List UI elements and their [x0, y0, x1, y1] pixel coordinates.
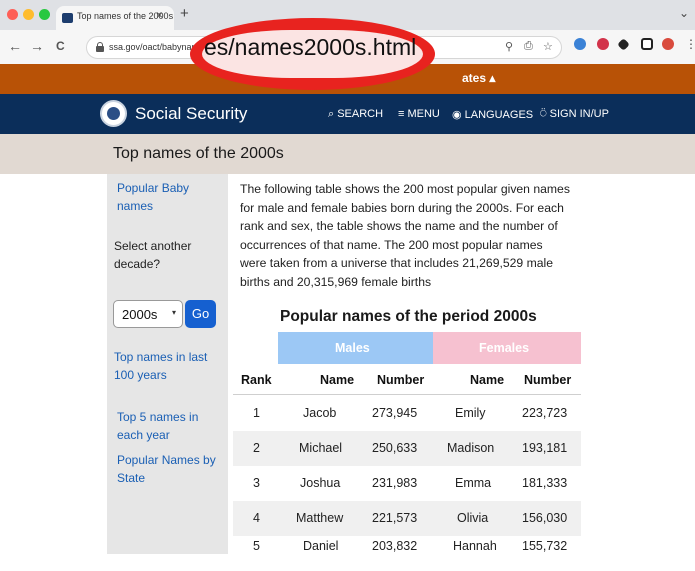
sidebar: Popular Baby names Select another decade… — [107, 174, 228, 554]
tab-list-chevron-icon[interactable]: ⌄ — [679, 6, 689, 20]
ssa-seal-logo[interactable] — [100, 100, 127, 127]
extension-cloud-icon[interactable] — [574, 38, 586, 50]
site-title[interactable]: Social Security — [135, 104, 247, 124]
sidebar-link-names-by-state[interactable]: Popular Names by State — [117, 451, 217, 487]
sign-in-link[interactable]: ⍥ SIGN IN/UP — [540, 108, 609, 121]
male-name-cell: Michael — [299, 441, 343, 455]
languages-link[interactable]: ◉ LANGUAGES — [452, 108, 533, 121]
females-label: Females — [479, 341, 530, 355]
male-number-cell: 221,573 — [372, 511, 418, 525]
maximize-window-button[interactable] — [39, 9, 50, 20]
male-number-cell: 250,633 — [372, 441, 418, 455]
males-header: Males — [278, 332, 433, 364]
table-row: 2 Michael 250,633 Madison 193,181 — [233, 431, 581, 466]
female-name-cell: Olivia — [457, 511, 489, 525]
female-number-cell: 156,030 — [522, 511, 568, 525]
sidebar-link-top-names-100-years[interactable]: Top names in last 100 years — [114, 348, 224, 384]
female-number-cell: 155,732 — [522, 539, 568, 553]
female-number-cell: 223,723 — [522, 406, 568, 420]
title-band: Top names of the 2000s — [0, 134, 695, 174]
rank-cell: 2 — [253, 441, 260, 455]
menu-link[interactable]: ≡ MENU — [398, 108, 440, 120]
select-decade-label: Select another decade? — [114, 239, 192, 271]
reload-button[interactable]: C — [56, 39, 65, 53]
female-name-cell: Emma — [455, 476, 492, 490]
share-icon[interactable]: ⎙ — [524, 40, 533, 53]
sidebar-panel-icon[interactable] — [641, 38, 653, 50]
table-row: 3 Joshua 231,983 Emma 181,333 — [233, 466, 581, 501]
rank-cell: 4 — [253, 511, 260, 525]
decade-selected-value: 2000s — [122, 307, 158, 322]
gov-banner-text[interactable]: ates ▴ — [462, 71, 495, 85]
female-number-cell: 193,181 — [522, 441, 568, 455]
female-name-cell: Hannah — [453, 539, 497, 553]
male-number-cell: 231,983 — [372, 476, 418, 490]
go-button[interactable]: Go — [185, 300, 216, 328]
table-title: Popular names of the period 2000s — [280, 308, 537, 325]
new-tab-button[interactable]: + — [180, 5, 189, 22]
chevron-down-icon: ▾ — [171, 308, 176, 317]
male-name-cell: Jacob — [303, 406, 337, 420]
female-number-column-header: Number — [524, 373, 572, 387]
tab-close-icon[interactable]: × — [156, 8, 163, 22]
close-window-button[interactable] — [7, 9, 18, 20]
intro-paragraph: The following table shows the 200 most p… — [240, 182, 570, 289]
rank-cell: 3 — [253, 476, 260, 490]
male-number-column-header: Number — [377, 373, 425, 387]
male-name-cell: Joshua — [300, 476, 341, 490]
table-row: 4 Matthew 221,573 Olivia 156,030 — [233, 501, 581, 536]
female-name-cell: Emily — [455, 406, 486, 420]
url-zoom-highlight: es/names2000s.html — [190, 18, 435, 90]
female-name-cell: Madison — [447, 441, 495, 455]
browser-menu-icon[interactable]: ⋮ — [685, 37, 695, 51]
male-number-cell: 203,832 — [372, 539, 418, 553]
sidebar-link-top5-each-year[interactable]: Top 5 names in each year — [117, 408, 217, 444]
decade-select[interactable]: 2000s ▾ — [113, 300, 183, 328]
rank-cell: 5 — [253, 539, 260, 553]
ssa-favicon-icon — [62, 13, 73, 23]
males-label: Males — [335, 341, 370, 355]
females-header: Females — [433, 332, 581, 364]
sidebar-link-popular-baby-names[interactable]: Popular Baby names — [117, 179, 217, 215]
forward-button[interactable]: → — [30, 38, 44, 54]
bookmark-star-icon[interactable]: ☆ — [543, 40, 553, 53]
male-name-column-header: Name — [320, 373, 355, 387]
extension-record-icon[interactable] — [597, 38, 609, 50]
header-divider — [233, 394, 581, 395]
rank-cell: 1 — [253, 406, 260, 420]
back-button[interactable]: ← — [8, 38, 22, 54]
female-number-cell: 181,333 — [522, 476, 568, 490]
male-number-cell: 273,945 — [372, 406, 418, 420]
url-zoom-text: es/names2000s.html — [204, 34, 417, 60]
female-name-column-header: Name — [470, 373, 505, 387]
search-link[interactable]: ⌕ SEARCH — [328, 108, 383, 121]
profile-avatar-icon[interactable] — [662, 38, 674, 50]
male-name-cell: Matthew — [296, 511, 344, 525]
site-header: Social Security ⌕ SEARCH ≡ MENU ◉ LANGUA… — [0, 94, 695, 134]
male-name-cell: Daniel — [303, 539, 339, 553]
minimize-window-button[interactable] — [23, 9, 34, 20]
browser-tab[interactable]: Top names of the 2000s × — [56, 6, 174, 30]
table-row: 1 Jacob 273,945 Emily 223,723 — [233, 396, 581, 431]
rank-column-header: Rank — [241, 373, 272, 387]
lock-icon — [96, 42, 104, 52]
zoom-icon[interactable]: ⚲ — [505, 40, 513, 53]
page-title: Top names of the 2000s — [113, 145, 284, 162]
